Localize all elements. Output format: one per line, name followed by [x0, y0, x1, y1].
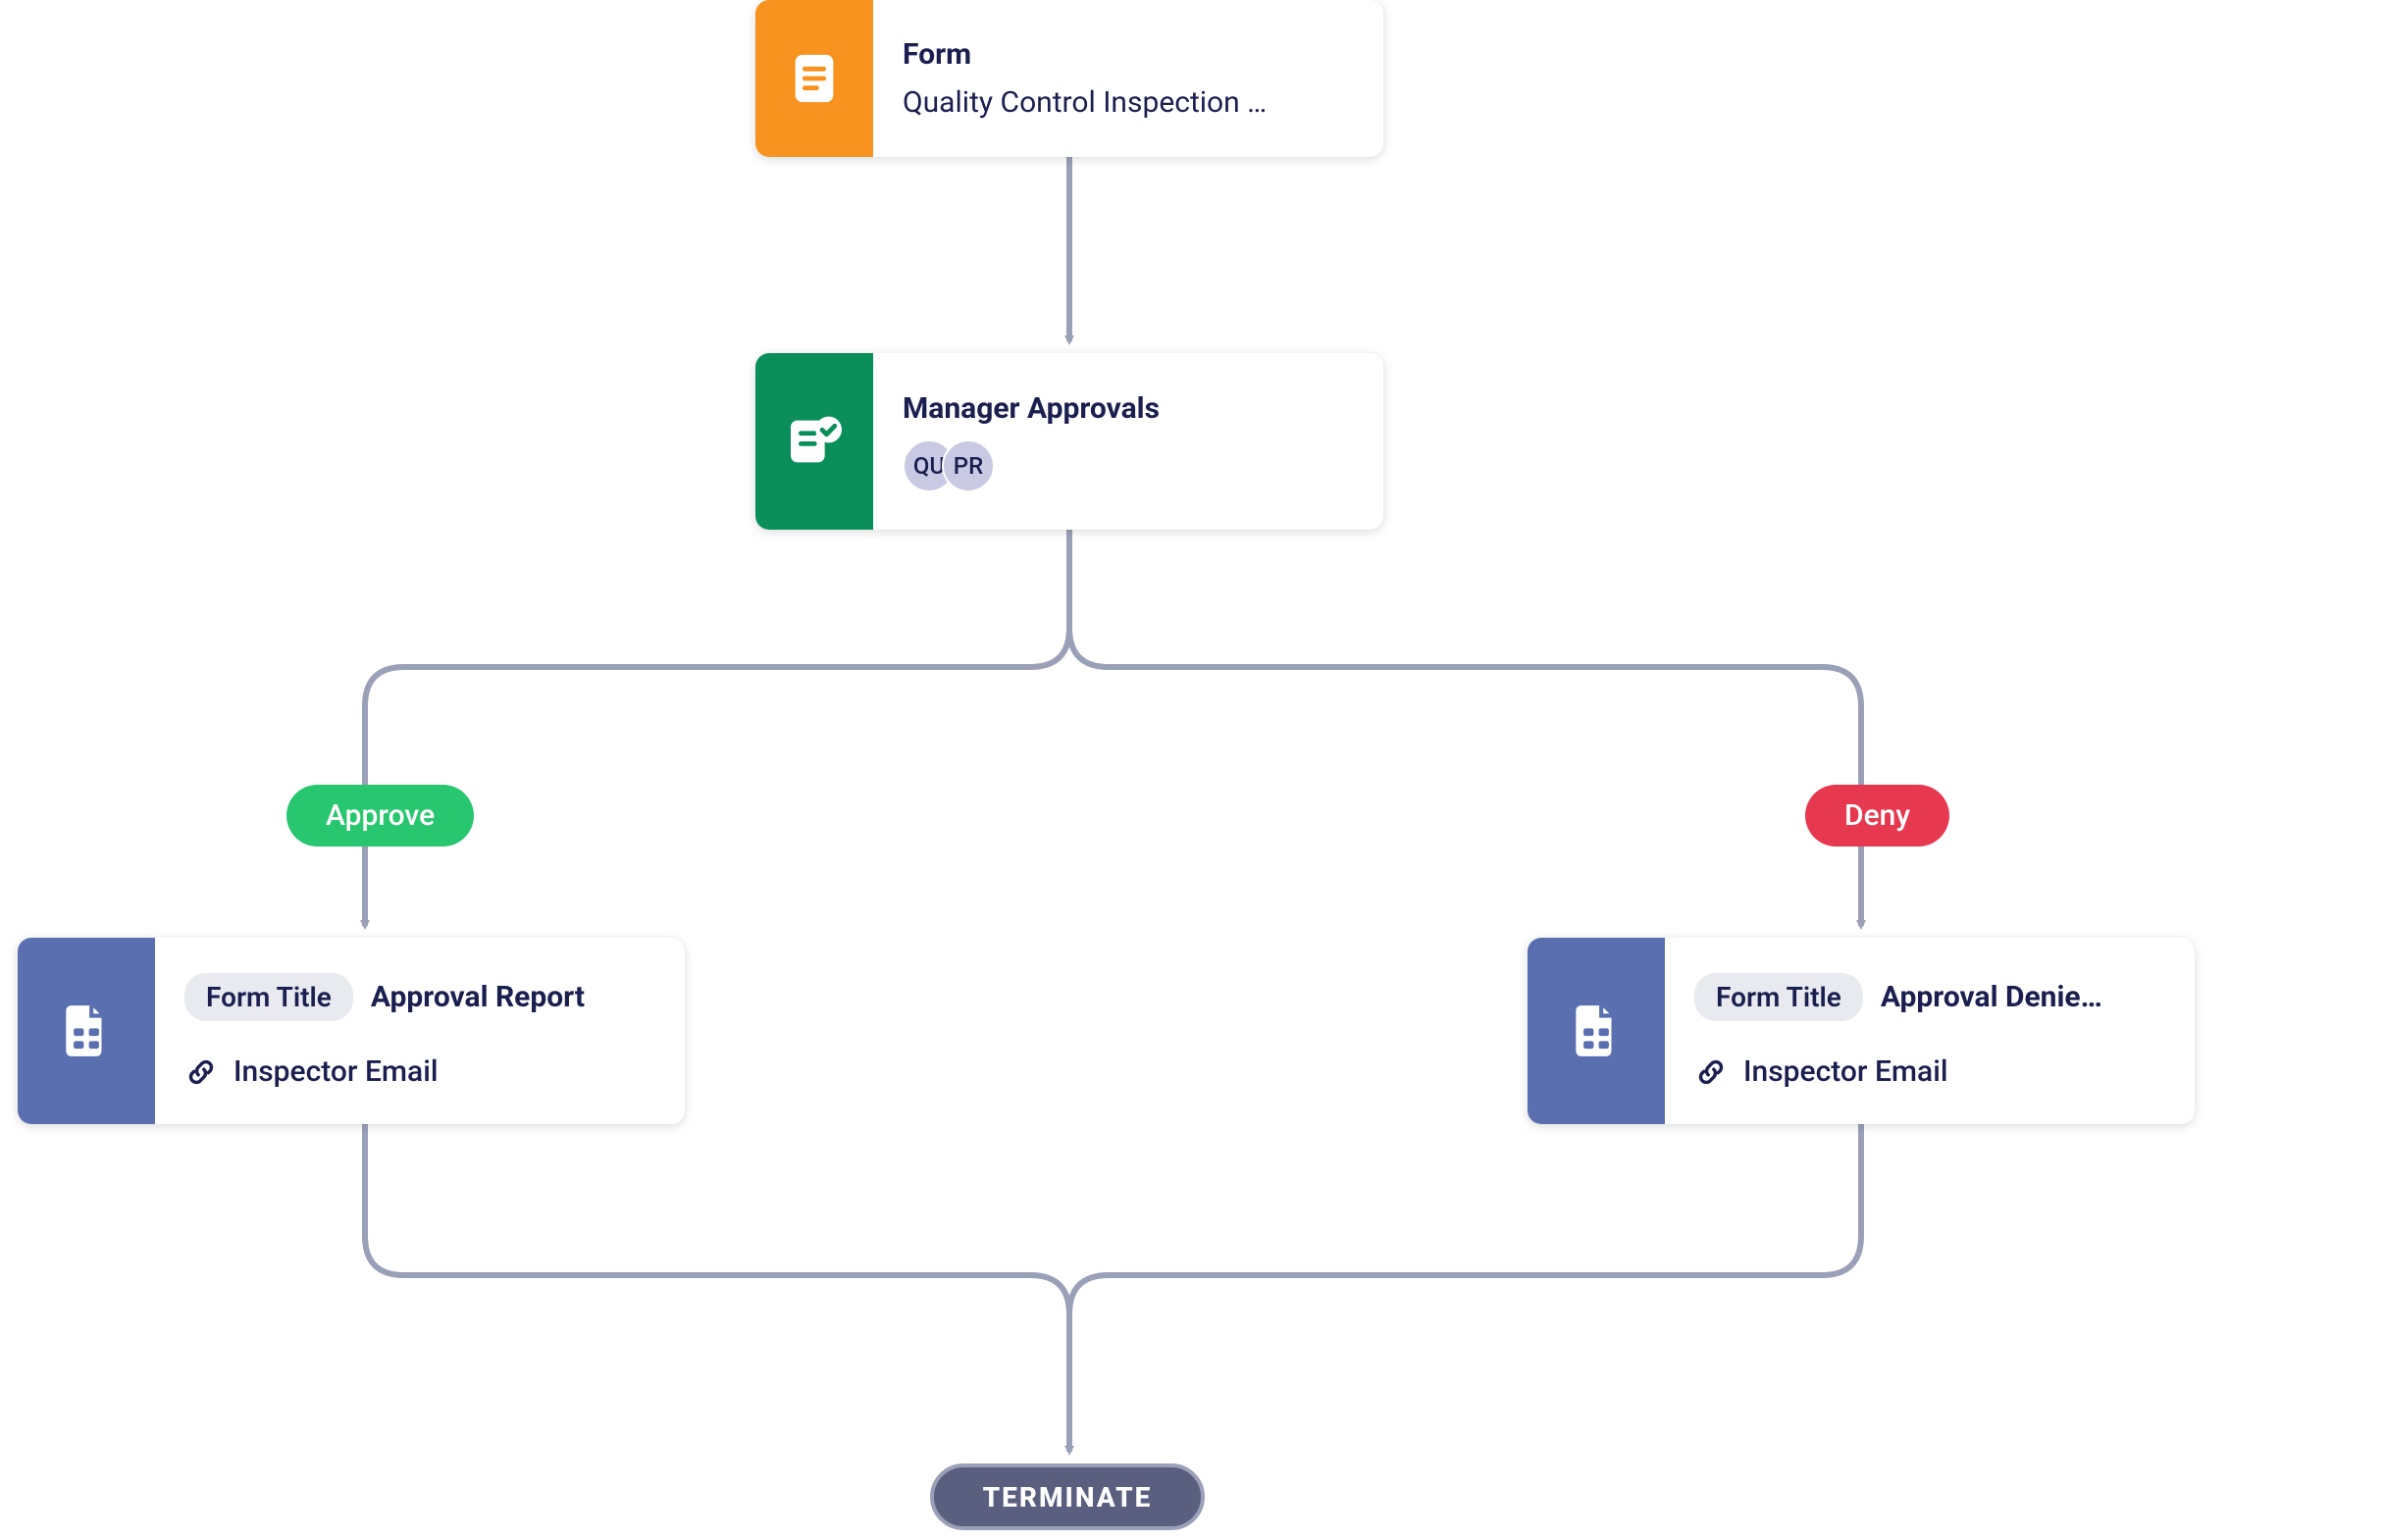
form-icon: [786, 50, 843, 107]
form-node-body: Form Quality Control Inspection …: [873, 0, 1383, 157]
form-node-label: Form: [903, 37, 1354, 72]
form-title-value: Approval Denie…: [1881, 980, 2102, 1014]
branch-approve-pill[interactable]: Approve: [286, 785, 474, 847]
link-icon: [1694, 1055, 1728, 1089]
form-title-label: Form Title: [184, 973, 353, 1021]
document-node-stripe: [18, 938, 155, 1124]
document-icon: [1566, 1001, 1627, 1061]
approval-node-body: Manager Approvals QU PR: [873, 353, 1383, 530]
document-node-body: Form Title Approval Report Inspector Ema…: [155, 938, 685, 1124]
approval-node[interactable]: Manager Approvals QU PR: [755, 353, 1383, 530]
link-row: Inspector Email: [1694, 1054, 2165, 1089]
form-title-label: Form Title: [1694, 973, 1863, 1021]
link-row: Inspector Email: [184, 1054, 655, 1089]
form-title-row: Form Title Approval Report: [184, 973, 655, 1021]
approval-node-stripe: [755, 353, 873, 530]
document-icon: [56, 1001, 117, 1061]
form-title-value: Approval Report: [371, 980, 585, 1014]
document-node-stripe: [1528, 938, 1665, 1124]
terminate-node[interactable]: TERMINATE: [930, 1463, 1205, 1530]
branch-deny-pill[interactable]: Deny: [1805, 785, 1949, 847]
avatar: PR: [942, 439, 995, 492]
form-node-name: Quality Control Inspection …: [903, 85, 1354, 120]
workflow-canvas: Form Quality Control Inspection … Manage…: [0, 0, 2384, 1540]
workflow-connectors: [0, 0, 2384, 1540]
document-node-approve[interactable]: Form Title Approval Report Inspector Ema…: [18, 938, 685, 1124]
form-title-row: Form Title Approval Denie…: [1694, 973, 2165, 1021]
document-node-deny[interactable]: Form Title Approval Denie… Inspector Ema…: [1528, 938, 2195, 1124]
link-text: Inspector Email: [1743, 1054, 1948, 1089]
link-icon: [184, 1055, 218, 1089]
document-node-body: Form Title Approval Denie… Inspector Ema…: [1665, 938, 2195, 1124]
approval-icon: [783, 410, 846, 473]
form-node-stripe: [755, 0, 873, 157]
approval-node-title: Manager Approvals: [903, 391, 1354, 426]
form-node[interactable]: Form Quality Control Inspection …: [755, 0, 1383, 157]
approval-avatars: QU PR: [903, 439, 1354, 492]
link-text: Inspector Email: [233, 1054, 439, 1089]
